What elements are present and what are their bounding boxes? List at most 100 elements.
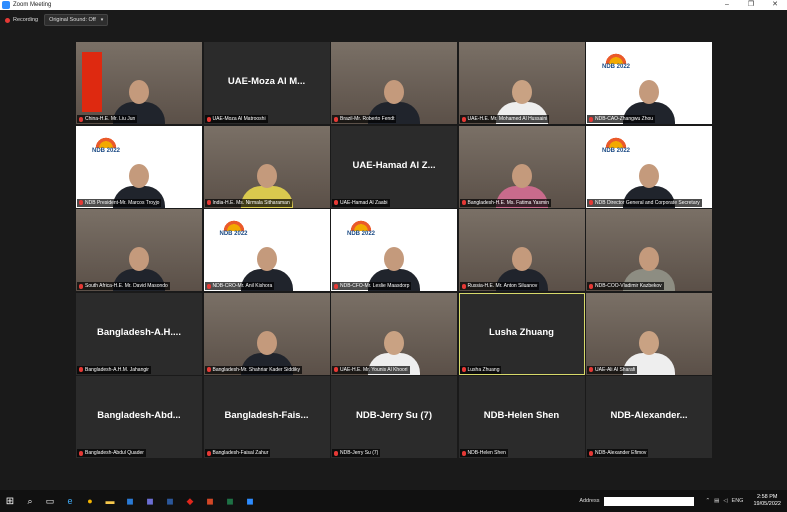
ndb-logo-text: NDB 2022 — [346, 231, 375, 237]
participant-tile[interactable]: NDB-Alexander... NDB-Alexander Efimov — [586, 376, 712, 458]
maximize-button[interactable]: ❐ — [739, 0, 763, 10]
mic-muted-icon — [589, 200, 593, 205]
participant-tile[interactable]: Bangladesh-A.H.... Bangladesh-A.H.M. Jaha… — [76, 292, 202, 375]
windows-start-icon[interactable]: ⊞ — [0, 496, 20, 507]
close-button[interactable]: ✕ — [763, 0, 787, 10]
lotus-icon — [94, 135, 118, 148]
participant-tile[interactable]: NDB-Helen Shen NDB-Helen Shen — [458, 376, 585, 458]
mic-muted-icon — [461, 367, 466, 372]
zoom-taskbar-icon[interactable]: ◼ — [243, 494, 257, 508]
acrobat-icon[interactable]: ◆ — [183, 494, 197, 508]
participant-name: Bangladesh-Abdul Quader — [85, 450, 144, 456]
participant-name: NDB-CRO-Mr. Anil Kishora — [212, 283, 273, 289]
word-icon[interactable]: ◼ — [163, 494, 177, 508]
participant-head — [639, 163, 659, 188]
participant-tile[interactable]: Lusha Zhuang Lusha Zhuang — [458, 292, 585, 375]
participant-name: NDB-CFO-Mr. Leslie Maasdorp — [340, 283, 410, 289]
participant-display-name: Bangladesh-Fais... — [224, 410, 309, 421]
search-icon[interactable]: ⌕ — [23, 494, 37, 508]
participant-tile[interactable]: NDB 2022 NDB-CFO-Mr. Leslie Maasdorp — [331, 209, 457, 291]
participant-tile[interactable]: UAE-Moza Al M... UAE-Moza Al Matrooshi — [203, 42, 330, 124]
mic-muted-icon — [461, 283, 466, 289]
participant-tile[interactable]: NDB 2022 NDB-CAO-Zhangwu Zhou — [586, 42, 712, 124]
participant-display-name: Bangladesh-A.H.... — [97, 326, 181, 338]
lotus-icon — [221, 219, 246, 231]
participant-tile[interactable]: NDB 2022 NDB-CRO-Mr. Anil Kishora — [203, 209, 330, 291]
mic-muted-icon — [589, 450, 593, 456]
original-sound-button[interactable]: Original Sound: Off ▾ — [44, 14, 109, 26]
tray-chevron-icon[interactable]: ⌃ — [706, 498, 711, 504]
participant-name: NDB Director General and Corporate Secre… — [595, 199, 700, 206]
edge-browser-icon[interactable]: e — [63, 494, 77, 508]
participant-name: Bangladesh-H.E. Ms. Fatima Yasmin — [467, 199, 550, 206]
participant-name-label: NDB President-Mr. Marcos Troyjo — [77, 198, 162, 207]
participant-name-label: NDB-CRO-Mr. Anil Kishora — [204, 282, 275, 290]
participant-name-label: NDB-COO-Vladimir Kazbekov — [587, 282, 664, 290]
participant-tile[interactable]: UAE-Ali Al Sharafi — [586, 292, 712, 375]
language-indicator[interactable]: ENG — [732, 498, 744, 504]
participant-tile[interactable]: Russia-H.E. Mr. Anton Siluanov — [458, 209, 585, 291]
participant-tile[interactable]: Bangladesh-Fais... Bangladesh-Faisal Zahu… — [203, 376, 330, 458]
recording-indicator[interactable]: Recording — [5, 17, 38, 23]
participant-tile[interactable]: Bangladesh-H.E. Ms. Fatima Yasmin — [458, 125, 585, 208]
participant-name-label: NDB Director General and Corporate Secre… — [587, 198, 702, 207]
participant-tile[interactable]: NDB 2022 NDB Director General and Corpora… — [586, 125, 712, 208]
participant-tile[interactable]: China-H.E. Mr. Liu Jun — [76, 42, 202, 124]
participant-head — [511, 80, 532, 104]
participant-tile[interactable]: Bangladesh-Abd... Bangladesh-Abdul Quader — [76, 376, 202, 458]
teams-icon[interactable]: ◼ — [143, 494, 157, 508]
clock-time: 2:58 PM — [756, 494, 778, 500]
file-explorer-icon[interactable]: ▬ — [103, 494, 117, 508]
participant-name-label: UAE-Moza Al Matrooshi — [204, 115, 268, 123]
participant-head — [384, 247, 404, 271]
task-view-icon[interactable]: ▭ — [43, 494, 57, 508]
participant-name: NDB-COO-Vladimir Kazbekov — [595, 283, 662, 289]
participant-tile[interactable]: NDB-Jerry Su (7) NDB-Jerry Su (7) — [331, 376, 457, 458]
participant-name-label: NDB-CFO-Mr. Leslie Maasdorp — [332, 282, 412, 290]
participant-name: Russia-H.E. Mr. Anton Siluanov — [467, 283, 538, 289]
excel-icon[interactable]: ◼ — [223, 494, 237, 508]
mic-muted-icon — [206, 116, 211, 122]
participant-name-label: South Africa-H.E. Mr. David Masondo — [77, 282, 170, 290]
mic-muted-icon — [206, 283, 211, 289]
participant-tile[interactable]: Bangladesh-Mr. Shahriar Kader Siddiky — [203, 292, 330, 375]
participant-name-label: UAE-H.E. Mr. Mohamed Al Hussaini — [459, 115, 550, 123]
participant-tile[interactable]: UAE-H.E. Mr. Younis Al Khoori — [331, 292, 457, 375]
mic-muted-icon — [206, 200, 211, 205]
chrome-icon[interactable]: ● — [83, 494, 97, 508]
china-flag-icon — [82, 52, 102, 112]
clock-date: 19/05/2022 — [753, 501, 781, 507]
chevron-down-icon: ▾ — [100, 17, 104, 23]
participant-name: China-H.E. Mr. Liu Jun — [85, 116, 136, 122]
original-sound-label: Original Sound: Off — [49, 17, 96, 23]
participant-tile[interactable]: UAE-Hamad Al Z... UAE-Hamad Al Zaabi — [331, 125, 457, 208]
mic-muted-icon — [79, 367, 83, 372]
participant-name-label: NDB-Alexander Efimov — [587, 449, 649, 457]
powerpoint-icon[interactable]: ◼ — [203, 494, 217, 508]
minimize-button[interactable]: – — [715, 0, 739, 10]
address-input[interactable] — [603, 496, 694, 506]
participant-name-label: NDB-CAO-Zhangwu Zhou — [587, 115, 656, 123]
participant-tile[interactable]: UAE-H.E. Mr. Mohamed Al Hussaini — [458, 42, 585, 124]
address-label: Address — [579, 498, 600, 504]
participant-head — [639, 80, 659, 104]
participant-name: India-H.E. Ms. Nirmala Sitharaman — [212, 199, 290, 206]
participant-name: Bangladesh-Faisal Zahur — [212, 450, 269, 456]
participant-name: UAE-H.E. Mr. Younis Al Khoori — [340, 366, 408, 373]
participant-name-label: UAE-Hamad Al Zaabi — [332, 198, 390, 207]
participant-name: NDB-Alexander Efimov — [595, 450, 647, 456]
ndb-logo: NDB 2022 — [86, 135, 126, 154]
participant-tile[interactable]: South Africa-H.E. Mr. David Masondo — [76, 209, 202, 291]
clock[interactable]: 2:58 PM 19/05/2022 — [753, 494, 781, 508]
volume-icon[interactable]: ◁ — [723, 498, 727, 504]
participant-name: NDB-Helen Shen — [467, 450, 506, 456]
participant-head — [384, 80, 404, 104]
participant-tile[interactable]: NDB 2022 NDB President-Mr. Marcos Troyjo — [76, 125, 202, 208]
participant-tile[interactable]: India-H.E. Ms. Nirmala Sitharaman — [203, 125, 330, 208]
participant-head — [511, 163, 532, 188]
outlook-icon[interactable]: ◼ — [123, 494, 137, 508]
participant-tile[interactable]: Brazil-Mr. Roberto Fendt — [331, 42, 457, 124]
network-icon[interactable]: ▤ — [714, 498, 719, 504]
participant-tile[interactable]: NDB-COO-Vladimir Kazbekov — [586, 209, 712, 291]
mic-muted-icon — [206, 450, 211, 456]
